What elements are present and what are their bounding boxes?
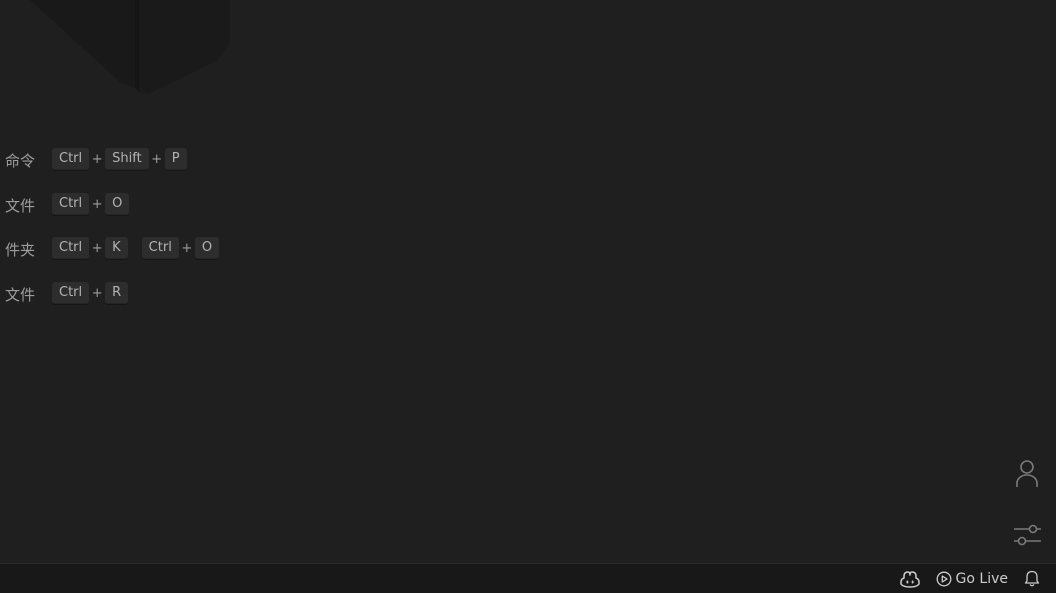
shortcut-label: 文件 [4, 285, 35, 304]
copilot-status-button[interactable] [892, 565, 928, 593]
status-bar: Go Live [0, 563, 1056, 593]
key: P [164, 148, 187, 171]
shortcut-label: 件夹 [4, 241, 35, 259]
shortcut-label: 命令 [4, 152, 35, 170]
key: O [194, 237, 220, 260]
go-live-label: Go Live [955, 570, 1008, 587]
plus-sign: + [91, 196, 103, 212]
key: Ctrl [52, 148, 90, 171]
plus-sign: + [91, 285, 103, 301]
vscode-watermark-logo [30, 0, 230, 94]
key: K [105, 237, 128, 260]
key: O [105, 192, 130, 216]
vscode-window: 命令 Ctrl + Shift + P 文件 Ctrl + O 件夹 Ctrl … [0, 0, 1056, 593]
key: Ctrl [141, 237, 179, 260]
account-icon[interactable] [1011, 457, 1043, 489]
plus-sign: + [91, 152, 103, 167]
bell-icon [1024, 570, 1040, 587]
shortcut-label: 文件 [4, 196, 35, 215]
shortcut-keys: Ctrl + K Ctrl + O [52, 237, 220, 260]
go-live-button[interactable]: Go Live [928, 565, 1016, 593]
shortcut-keys: Ctrl + Shift + P [52, 148, 187, 171]
key: Shift [105, 148, 149, 171]
shortcut-keys: Ctrl + R [52, 281, 129, 305]
key: Ctrl [52, 192, 90, 216]
copilot-icon [899, 570, 920, 588]
shortcut-keys: Ctrl + O [52, 192, 130, 216]
notifications-button[interactable] [1016, 565, 1056, 593]
key: R [105, 281, 129, 305]
editor-area: 命令 Ctrl + Shift + P 文件 Ctrl + O 件夹 Ctrl … [0, 0, 1056, 563]
key: Ctrl [52, 237, 90, 260]
plus-sign: + [181, 241, 193, 256]
plus-sign: + [151, 152, 163, 167]
broadcast-icon [936, 571, 951, 586]
key: Ctrl [52, 281, 90, 305]
settings-sliders-icon[interactable] [1011, 518, 1043, 550]
plus-sign: + [91, 241, 103, 256]
